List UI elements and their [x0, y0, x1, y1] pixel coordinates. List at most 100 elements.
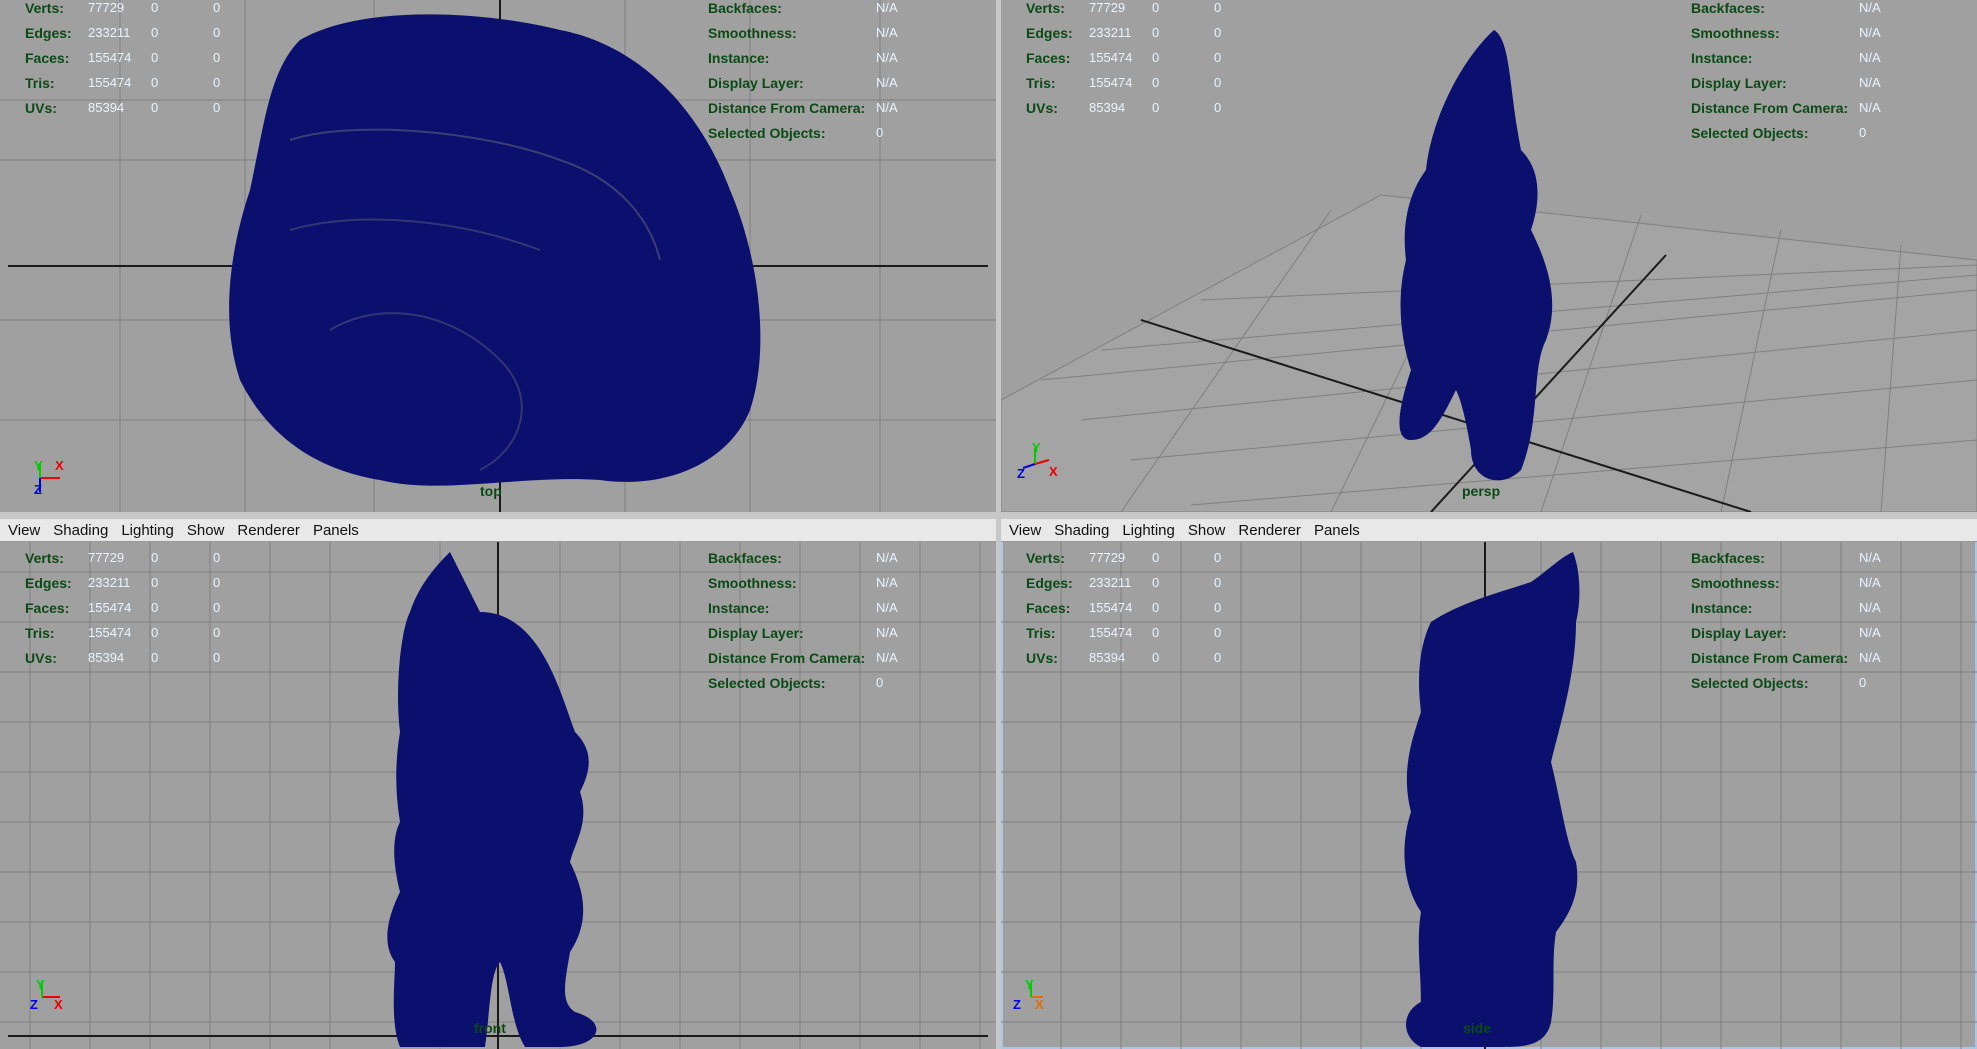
- hud-label: Instance:: [1691, 50, 1753, 66]
- hud-label: Backfaces:: [1691, 550, 1765, 566]
- menu-shading[interactable]: Shading: [1054, 522, 1109, 539]
- hud-value-selected: 0: [1152, 650, 1160, 665]
- camera-label-top: top: [480, 483, 502, 499]
- axis-gizmo-persp: Y Z X: [1017, 440, 1059, 482]
- hud-value: N/A: [1859, 75, 1881, 90]
- axis-label-y: Y: [1032, 440, 1041, 455]
- hud-value: N/A: [1859, 550, 1881, 565]
- hud-value-total: 77729: [88, 550, 125, 565]
- hud-label: Faces:: [25, 600, 70, 616]
- hud-value: N/A: [1859, 0, 1881, 15]
- hud-value-selected: 0: [151, 550, 159, 565]
- viewport-persp-canvas: [1001, 30, 1977, 512]
- hud-value-component: 0: [1214, 650, 1222, 665]
- viewport-side[interactable]: [1001, 542, 1977, 1049]
- hud-label: Faces:: [25, 50, 70, 66]
- hud-value-selected: 0: [151, 75, 159, 90]
- hud-label: Smoothness:: [708, 575, 797, 591]
- hud-value-selected: 0: [151, 600, 159, 615]
- hud-value: N/A: [876, 625, 898, 640]
- hud-label: Backfaces:: [708, 0, 782, 16]
- hud-label: Smoothness:: [1691, 575, 1780, 591]
- viewport-front[interactable]: [0, 542, 996, 1049]
- hud-value: N/A: [876, 575, 898, 590]
- hud-label: Verts:: [1026, 550, 1065, 566]
- hud-value-total: 85394: [1089, 100, 1126, 115]
- viewport-persp[interactable]: [1001, 0, 1977, 512]
- hud-label: Display Layer:: [1691, 75, 1787, 91]
- axis-label-y: Y: [36, 977, 45, 992]
- hud-label: Selected Objects:: [708, 125, 826, 141]
- menu-panels[interactable]: Panels: [313, 522, 359, 539]
- hud-value: N/A: [876, 25, 898, 40]
- hud-value-component: 0: [1214, 575, 1222, 590]
- hud-value-selected: 0: [151, 25, 159, 40]
- hud-label: Tris:: [25, 625, 55, 641]
- viewport-side-canvas: [1001, 542, 1977, 1049]
- axis-label-z: Z: [30, 997, 38, 1012]
- hud-value: N/A: [876, 50, 898, 65]
- hud-value-total: 233211: [88, 575, 131, 590]
- hud-label: Distance From Camera:: [708, 100, 866, 116]
- hud-value-component: 0: [213, 550, 221, 565]
- hud-value-total: 155474: [1089, 50, 1133, 65]
- hud-label: Display Layer:: [708, 75, 804, 91]
- hud-value: N/A: [1859, 100, 1881, 115]
- hud-label: Tris:: [1026, 75, 1056, 91]
- menu-view[interactable]: View: [1009, 522, 1041, 539]
- hud-value-selected: 0: [151, 625, 159, 640]
- menu-lighting[interactable]: Lighting: [121, 522, 174, 539]
- camera-label-front: front: [474, 1020, 506, 1036]
- hud-value-component: 0: [1214, 550, 1222, 565]
- viewport-top[interactable]: [0, 0, 996, 512]
- hud-label: UVs:: [1026, 650, 1058, 666]
- hud-value-total: 77729: [1089, 0, 1126, 15]
- hud-label: Display Layer:: [1691, 625, 1787, 641]
- axis-label-x: X: [1035, 997, 1044, 1012]
- hud-value-total: 85394: [1089, 650, 1126, 665]
- hud-label: Selected Objects:: [1691, 675, 1809, 691]
- hud-value-component: 0: [1214, 0, 1222, 15]
- hud-value-total: 155474: [1089, 600, 1133, 615]
- hud-value-component: 0: [213, 625, 221, 640]
- gnome-mesh-top: [229, 14, 761, 486]
- viewport-pane-persp[interactable]: Verts: 77729 0 0 Edges: 233211 0 0 Faces: 155474 0…: [1001, 0, 1977, 512]
- hud-value-component: 0: [213, 600, 221, 615]
- menu-show[interactable]: Show: [1188, 522, 1226, 539]
- menu-panels[interactable]: Panels: [1314, 522, 1360, 539]
- viewport-pane-top[interactable]: Verts: 77729 0 0 Edges: 233211 0 0 Faces: 155474 0…: [0, 0, 996, 512]
- hud-value-total: 155474: [1089, 75, 1133, 90]
- gnome-mesh-side: [1404, 552, 1580, 1047]
- hud-value-component: 0: [1214, 625, 1222, 640]
- hud-value-total: 77729: [1089, 550, 1126, 565]
- hud-label: Verts:: [25, 0, 64, 16]
- hud-value: N/A: [1859, 600, 1881, 615]
- hud-label: UVs:: [25, 650, 57, 666]
- hud-label: Faces:: [1026, 600, 1071, 616]
- axis-label-y: Y: [1025, 977, 1034, 992]
- hud-value: N/A: [876, 100, 898, 115]
- hud-label: Distance From Camera:: [708, 650, 866, 666]
- menu-view[interactable]: View: [8, 522, 40, 539]
- hud-value-selected: 0: [1152, 50, 1160, 65]
- camera-label-side: side: [1463, 1020, 1492, 1036]
- hud-value-total: 155474: [1089, 625, 1133, 640]
- axis-gizmo-top: Y X Z: [30, 458, 70, 500]
- viewport-pane-side[interactable]: View Shading Lighting Show Renderer Pane…: [1001, 519, 1977, 1049]
- hud-value-component: 0: [213, 575, 221, 590]
- hud-value-selected: 0: [1152, 550, 1160, 565]
- panel-menubar-front: View Shading Lighting Show Renderer Pane…: [0, 519, 996, 542]
- hud-label: Display Layer:: [708, 625, 804, 641]
- menu-shading[interactable]: Shading: [53, 522, 108, 539]
- hud-value-component: 0: [213, 50, 221, 65]
- menu-lighting[interactable]: Lighting: [1122, 522, 1175, 539]
- hud-label: Instance:: [708, 600, 770, 616]
- hud-label: UVs:: [25, 100, 57, 116]
- menu-renderer[interactable]: Renderer: [237, 522, 300, 539]
- hud-value-selected: 0: [1152, 600, 1160, 615]
- menu-renderer[interactable]: Renderer: [1238, 522, 1301, 539]
- hud-label: Smoothness:: [708, 25, 797, 41]
- viewport-pane-front[interactable]: View Shading Lighting Show Renderer Pane…: [0, 519, 996, 1049]
- menu-show[interactable]: Show: [187, 522, 225, 539]
- hud-value-selected: 0: [151, 50, 159, 65]
